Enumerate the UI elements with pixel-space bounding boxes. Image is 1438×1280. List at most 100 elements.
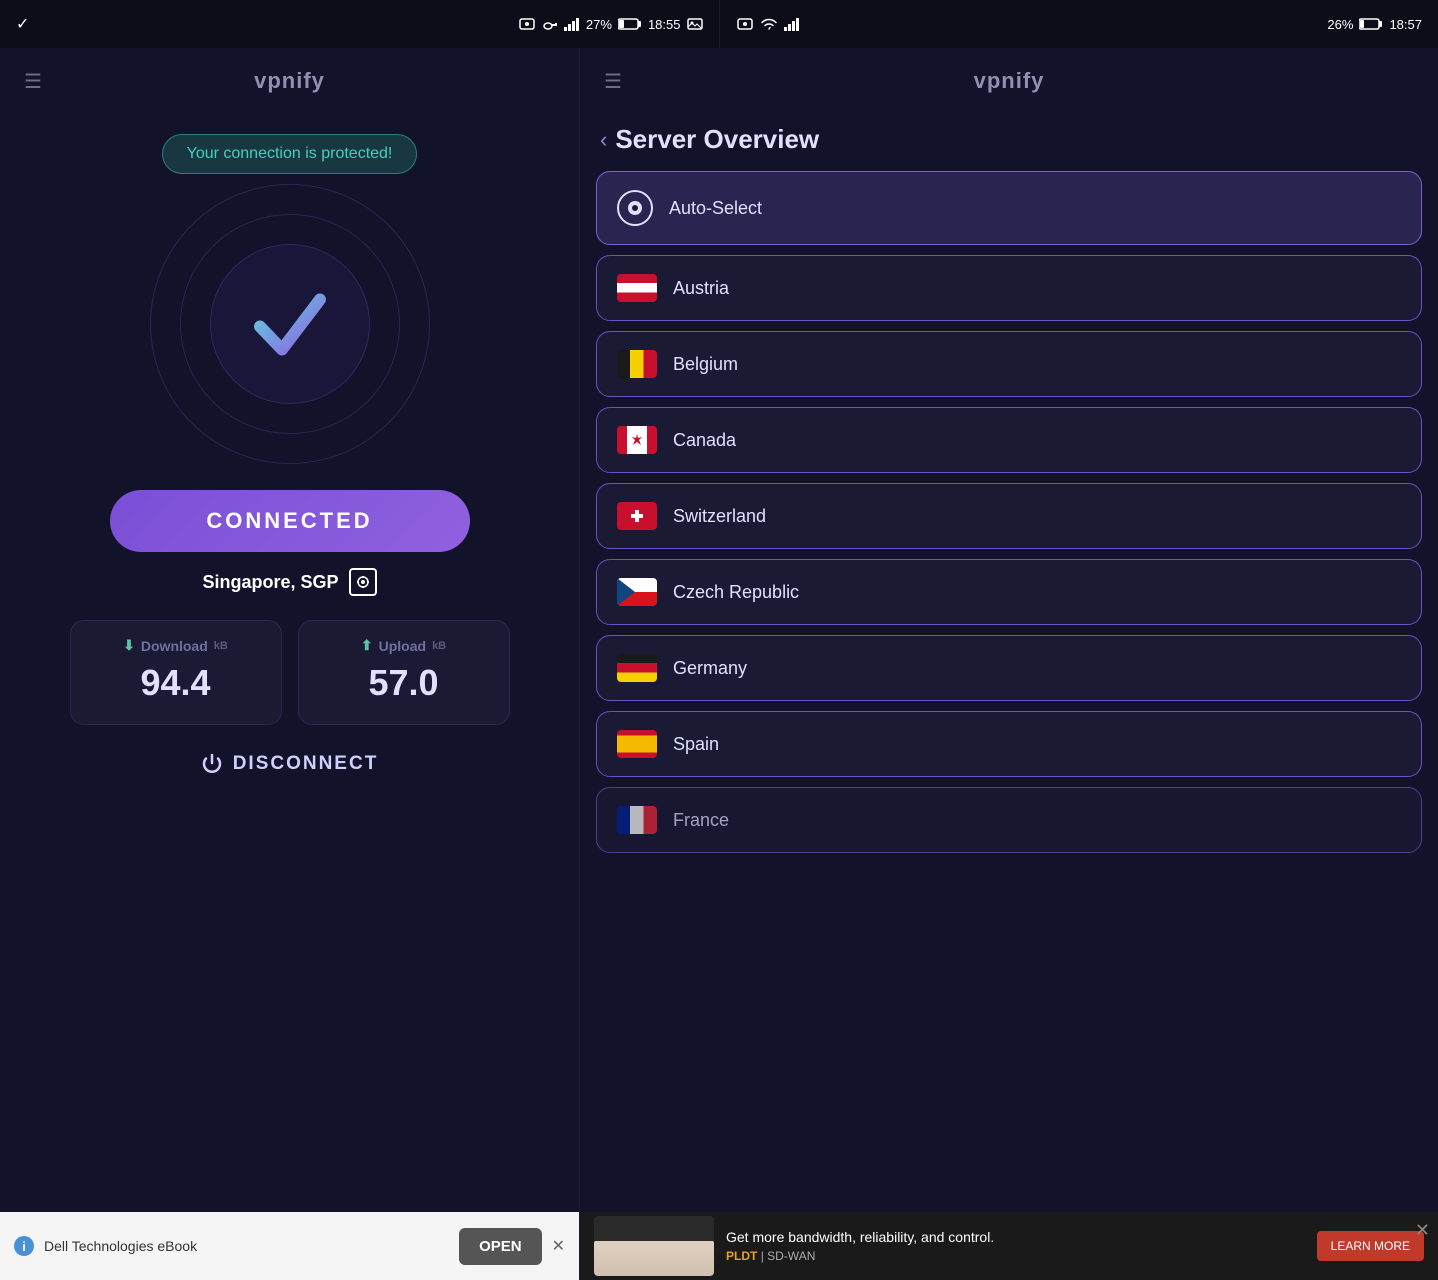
stats-row: ⬇ Download kB 94.4 ⬆ Upload kB 57.0 [70,620,510,725]
left-app-title: vpnify [254,68,325,94]
left-status-bar: ✓ 27% 18:55 [0,0,719,48]
flag-belgium [617,350,657,378]
server-item-germany[interactable]: Germany [596,635,1422,701]
ad-right-headline: Get more bandwidth, reliability, and con… [726,1229,1305,1245]
ad-left-text: Dell Technologies eBook [44,1238,449,1254]
right-status-right: 26% 18:57 [1327,17,1422,32]
upload-arrow-icon: ⬆ [361,637,373,654]
flag-spain [617,730,657,758]
ad-right-image [594,1216,714,1276]
server-item-canada[interactable]: Canada [596,407,1422,473]
download-card: ⬇ Download kB 94.4 [70,620,282,725]
power-icon [201,753,223,775]
flag-austria [617,274,657,302]
server-name-belgium: Belgium [673,354,738,375]
main-area: ☰ vpnify Your connection is protected! [0,48,1438,1280]
right-menu-icon[interactable]: ☰ [604,69,622,94]
server-overview-title: Server Overview [615,124,819,155]
ad-right-close-button[interactable]: ✕ [1415,1220,1430,1241]
shield-icon [518,17,536,31]
server-name-spain: Spain [673,734,719,755]
upload-label-row: ⬆ Upload kB [361,637,446,654]
disconnect-label: DISCONNECT [233,753,379,775]
server-overview-header: ‹ Server Overview [580,114,1438,171]
connected-button[interactable]: CONNECTED [110,490,470,552]
flag-france [617,806,657,834]
protection-badge: Your connection is protected! [162,134,418,174]
left-menu-icon[interactable]: ☰ [24,69,42,94]
ad-left-close[interactable]: ✕ [552,1236,565,1256]
server-item-auto-select[interactable]: Auto-Select [596,171,1422,245]
auto-select-dot [632,205,638,211]
target-icon [356,575,370,589]
download-unit: kB [214,640,228,652]
vpn-key-icon [542,16,558,32]
left-time: 18:55 [648,17,681,32]
right-app-title: vpnify [600,68,1418,94]
download-arrow-icon: ⬇ [123,637,135,654]
location-icon [349,568,377,596]
auto-select-inner [628,201,642,215]
right-status-bar: 26% 18:57 [720,0,1438,48]
left-status-left: ✓ [16,14,29,34]
flag-germany [617,654,657,682]
ad-open-button[interactable]: OPEN [459,1228,542,1265]
flag-switzerland [617,502,657,530]
checkmark-svg [240,272,340,372]
wifi-icon-right [760,17,778,31]
location-row: Singapore, SGP [202,568,376,596]
upload-label: Upload [379,638,426,654]
left-ad-banner: i Dell Technologies eBook OPEN ✕ [0,1212,579,1280]
flag-czech [617,578,657,606]
left-app-header: ☰ vpnify [0,48,579,114]
download-label: Download [141,638,208,654]
swiss-cross-icon [628,507,646,525]
maple-leaf-icon [629,433,645,447]
back-arrow-icon[interactable]: ‹ [600,127,607,153]
server-item-czech[interactable]: Czech Republic [596,559,1422,625]
server-name-france: France [673,810,729,831]
right-time: 18:57 [1389,17,1422,32]
right-ad-banner: Get more bandwidth, reliability, and con… [580,1212,1438,1280]
server-item-austria[interactable]: Austria [596,255,1422,321]
checkmark-container [240,272,340,377]
status-bars: ✓ 27% 18:55 [0,0,1438,48]
server-item-belgium[interactable]: Belgium [596,331,1422,397]
signal-icon-right [784,17,800,31]
shield-icon-right [736,17,754,31]
upload-value: 57.0 [368,662,438,704]
left-status-right: 27% 18:55 [518,16,703,32]
checkmark-icon: ✓ [16,14,29,34]
server-item-spain[interactable]: Spain [596,711,1422,777]
server-name-canada: Canada [673,430,736,451]
auto-select-icon [617,190,653,226]
left-panel: ☰ vpnify Your connection is protected! [0,48,580,1280]
battery-icon-right [1359,17,1383,31]
connection-visual: Your connection is protected! [120,134,460,474]
upload-card: ⬆ Upload kB 57.0 [298,620,510,725]
ad-right-sub-text: SD-WAN [767,1249,815,1263]
location-text: Singapore, SGP [202,572,338,593]
server-item-switzerland[interactable]: Switzerland [596,483,1422,549]
download-value: 94.4 [140,662,210,704]
right-status-left [736,17,800,31]
battery-icon-left [618,17,642,31]
ad-right-brand: PLDT [726,1249,757,1263]
server-name-germany: Germany [673,658,747,679]
server-list: Auto-Select Austria Belgium Canada [580,171,1438,1212]
image-icon [687,17,703,31]
flag-canada [617,426,657,454]
server-name-switzerland: Switzerland [673,506,766,527]
circles-container [140,174,440,474]
left-battery: 27% [586,17,612,32]
ad-right-brand-sub: PLDT | SD-WAN [726,1249,1305,1263]
czech-triangle [617,578,657,606]
right-header: ☰ vpnify [580,48,1438,114]
signal-icon-left [564,17,580,31]
ad-learn-more-button[interactable]: LEARN MORE [1317,1231,1424,1261]
disconnect-button[interactable]: DISCONNECT [201,753,379,775]
server-item-france[interactable]: France [596,787,1422,853]
server-name-austria: Austria [673,278,729,299]
keyboard-visual [594,1241,714,1276]
server-name-auto-select: Auto-Select [669,198,762,219]
